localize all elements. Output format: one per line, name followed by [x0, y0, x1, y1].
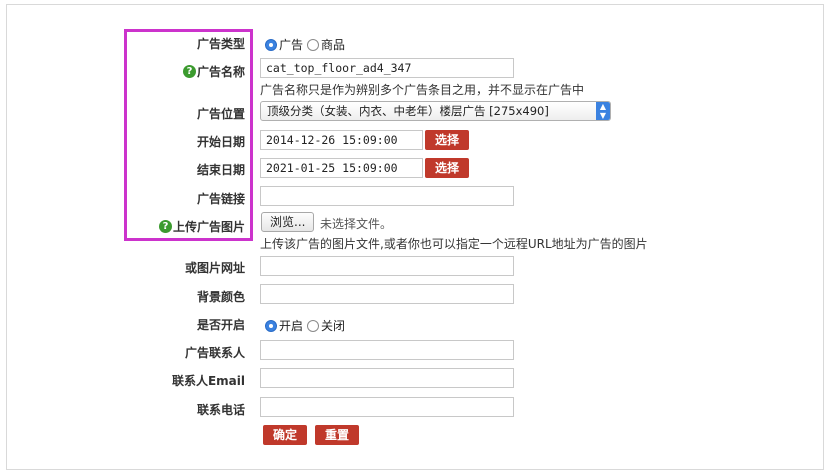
end-date-input[interactable]: 2021-01-25 15:09:00 [260, 158, 423, 178]
start-date-select-button[interactable]: 选择 [425, 130, 470, 150]
enabled-option-label: 开启 [279, 319, 304, 333]
ad-name-input[interactable]: cat_top_floor_ad4_347 [260, 58, 514, 78]
ad-position-label: 广告位置 [196, 107, 245, 121]
ad-type-option-label: 广告 [279, 38, 304, 52]
ad-type-option-label: 商品 [321, 38, 346, 52]
upload-image-label: ? 上传广告图片 [158, 218, 245, 235]
browse-button[interactable]: 浏览... [261, 212, 315, 232]
upload-image-hint: 上传该广告的图片文件,或者你也可以指定一个远程URL地址为广告的图片 [260, 237, 648, 251]
enabled-option-label: 关闭 [321, 319, 346, 333]
enabled-radios: 开启 关闭 [265, 317, 349, 334]
reset-button[interactable]: 重置 [315, 425, 360, 445]
ad-link-label: 广告链接 [196, 192, 245, 206]
ad-name-label: ? 广告名称 [182, 63, 245, 80]
bg-color-input[interactable] [260, 284, 514, 304]
chevron-up-down-icon: ▲ ▼ [596, 102, 610, 120]
ad-type-radio-goods[interactable] [307, 38, 320, 51]
ad-type-radios: 广告 商品 [265, 36, 349, 53]
end-date-label: 结束日期 [196, 163, 245, 177]
contact-label: 广告联系人 [184, 346, 245, 360]
start-date-input[interactable]: 2014-12-26 15:09:00 [260, 130, 423, 150]
enabled-label: 是否开启 [196, 318, 245, 332]
end-date-select-button[interactable]: 选择 [425, 158, 470, 178]
start-date-label: 开始日期 [196, 135, 245, 149]
contact-email-input[interactable] [260, 368, 514, 388]
ad-name-hint: 广告名称只是作为辨别多个广告条目之用，并不显示在广告中 [260, 83, 585, 97]
contact-input[interactable] [260, 340, 514, 360]
contact-phone-label: 联系电话 [196, 403, 245, 417]
file-status: 未选择文件。 [320, 217, 393, 231]
contact-phone-input[interactable] [260, 397, 514, 417]
help-icon[interactable]: ? [158, 220, 172, 233]
image-url-label: 或图片网址 [184, 261, 245, 275]
enabled-radio-on[interactable] [265, 319, 277, 332]
ad-type-label: 广告类型 [196, 37, 245, 51]
contact-email-label: 联系人Email [171, 374, 245, 388]
help-icon[interactable]: ? [182, 65, 196, 78]
ad-position-select[interactable]: 顶级分类（女装、内衣、中老年）楼层广告 [275x490] ▲ ▼ [260, 101, 611, 121]
image-url-input[interactable] [260, 256, 514, 276]
bg-color-label: 背景颜色 [196, 290, 245, 304]
ad-type-radio-ad[interactable] [265, 38, 277, 51]
submit-button[interactable]: 确定 [263, 425, 308, 445]
enabled-radio-off[interactable] [307, 319, 320, 332]
ad-link-input[interactable] [260, 186, 514, 206]
ad-position-value: 顶级分类（女装、内衣、中老年）楼层广告 [275x490] [267, 104, 549, 118]
